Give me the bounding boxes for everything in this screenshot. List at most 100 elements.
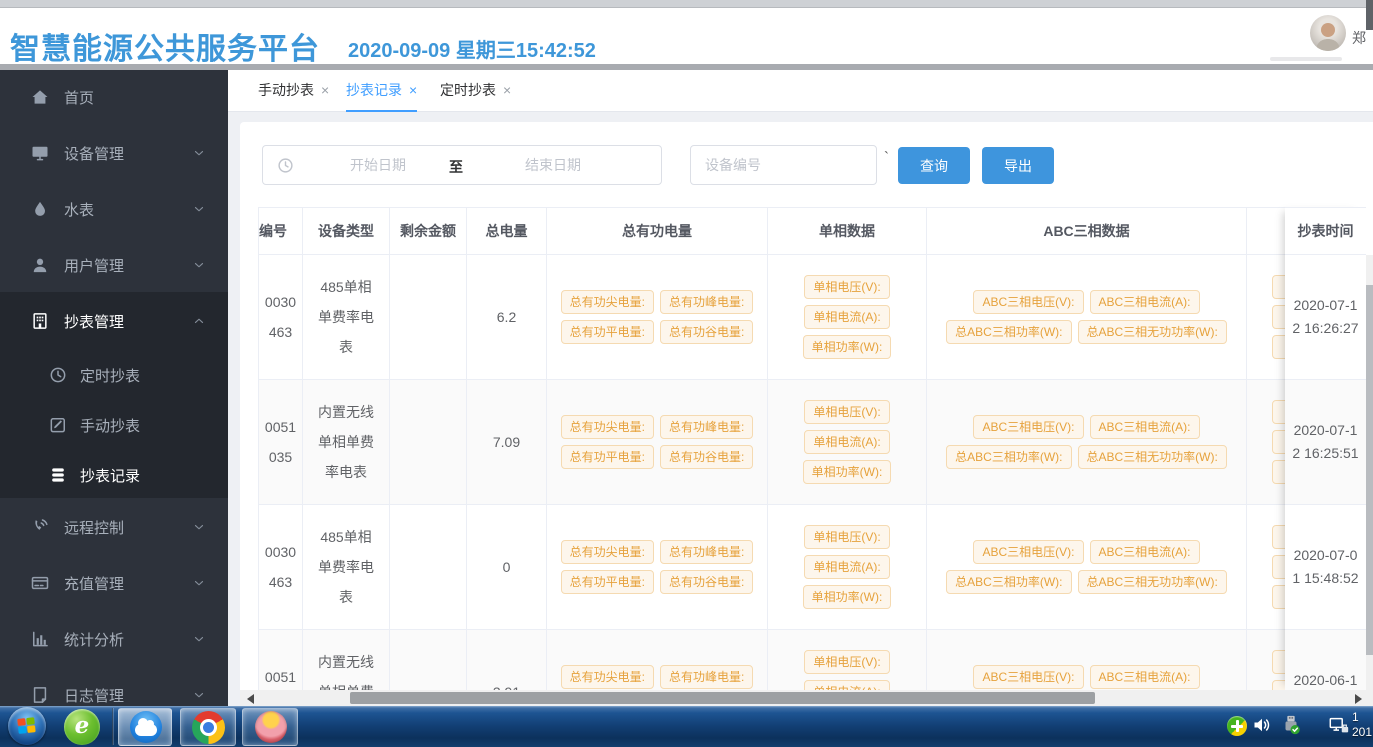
- windows-start-orb[interactable]: [8, 707, 46, 745]
- tag: ABC三相电流(A):: [1090, 415, 1200, 439]
- qq-browser-icon: [130, 711, 162, 743]
- photo-viewer-button[interactable]: [242, 708, 298, 746]
- cell-device-type: 485单相单费率电表: [315, 272, 377, 362]
- tag: 单相电压(V):: [804, 400, 889, 424]
- tag: 单相电流(A):: [804, 305, 889, 329]
- tag: 单相电流(A):: [804, 430, 889, 454]
- tag: ABC三相电流(A):: [1090, 540, 1200, 564]
- tag: 总ABC三相功率(W):: [946, 445, 1071, 469]
- clock-time: 1: [1352, 710, 1373, 725]
- tag: 单相电压(V):: [804, 275, 889, 299]
- tag: 总有功峰电量:: [660, 540, 753, 564]
- cell-device-type: 485单相单费率电表: [315, 522, 377, 612]
- column-header-active-energy: 总有功电量: [622, 221, 692, 241]
- chrome-button[interactable]: [180, 708, 236, 746]
- chevron-down-icon: [192, 688, 206, 702]
- cell-device-type: 内置无线单相单费率电表: [315, 647, 377, 690]
- column-header-device-type: 设备类型: [318, 221, 374, 241]
- tag: 总ABC三相无功功率(W):: [1078, 320, 1227, 344]
- cell-total-energy: 0: [472, 552, 542, 582]
- cell-total-energy: 7.09: [472, 427, 542, 457]
- network-icon[interactable]: [1327, 715, 1351, 742]
- cell-device-id: 0051035: [262, 412, 300, 472]
- energy-tags: 总有功尖电量: 总有功峰电量: 总有功平电量: 总有功谷电量:: [547, 287, 767, 347]
- tag: 单相电流(A):: [804, 680, 889, 690]
- single-phase-tags: 单相电压(V): 单相电流(A): 单相功率(W):: [768, 272, 926, 362]
- tag: 单相功率(W):: [803, 585, 892, 609]
- tag: 总ABC三相功率(W):: [946, 570, 1071, 594]
- cell-read-time: 2020-07-12 16:26:27: [1292, 294, 1360, 340]
- tag: ABC三相电流(A):: [1090, 665, 1200, 689]
- tag: 总有功平电量:: [561, 320, 654, 344]
- table-row: 0030463 485单相单费率电表 0 总有功尖电量: 总有功峰电量: 总有功…: [258, 505, 1295, 630]
- tag: ABC三相电流(A):: [1090, 290, 1200, 314]
- horizontal-scrollbar-thumb[interactable]: [350, 692, 1095, 704]
- chrome-icon: [192, 711, 225, 744]
- single-phase-tags: 单相电压(V): 单相电流(A): 单相功率(W):: [768, 647, 926, 690]
- table-region: 设备编号 设备类型 剩余金额 总电量 总有功电量 单相数据 ABC三相数据 00…: [0, 0, 1373, 690]
- tag: 总有功尖电量:: [561, 415, 654, 439]
- cell-read-time: 2020-07-01 15:48:52: [1292, 544, 1360, 590]
- cell-read-time: 2020-07-12 16:25:51: [1292, 419, 1360, 465]
- tag: 总有功平电量:: [561, 570, 654, 594]
- cell-device-id: 0030463: [262, 287, 300, 347]
- tag: 总有功峰电量:: [660, 415, 753, 439]
- tag: 总有功峰电量:: [660, 290, 753, 314]
- tag: ABC三相电压(V):: [973, 540, 1083, 564]
- table-row: 0051035 内置无线单相单费率电表 7.09 总有功尖电量: 总有功峰电量:…: [258, 380, 1295, 505]
- tag: 单相功率(W):: [803, 335, 892, 359]
- 360-safety-tray-icon[interactable]: [1227, 716, 1247, 736]
- cell-total-energy: 3.91: [472, 677, 542, 690]
- cell-total-energy: 6.2: [472, 302, 542, 332]
- scroll-left-arrow-icon[interactable]: [247, 694, 254, 704]
- clock-date: 201: [1352, 725, 1373, 740]
- table-row: 0051033 内置无线单相单费率电表 3.91 总有功尖电量: 总有功峰电量:…: [258, 630, 1295, 690]
- tag: 总有功谷电量:: [660, 320, 753, 344]
- tag: 单相电压(V):: [804, 525, 889, 549]
- fixed-time-column: 抄表时间 2020-07-12 16:26:27 2020-07-12 16:2…: [1285, 207, 1366, 690]
- column-header-abc-phase: ABC三相数据: [1043, 221, 1129, 241]
- windows-flag-icon: [17, 717, 37, 735]
- usb-device-icon[interactable]: [1280, 714, 1302, 741]
- tag: 总有功谷电量:: [660, 570, 753, 594]
- taskbar-clock[interactable]: 1 201: [1352, 710, 1373, 740]
- tag: 单相电压(V):: [804, 650, 889, 674]
- single-phase-tags: 单相电压(V): 单相电流(A): 单相功率(W):: [768, 522, 926, 612]
- tag: 总有功尖电量:: [561, 290, 654, 314]
- tag: 总ABC三相无功功率(W):: [1078, 570, 1227, 594]
- 360-browser-icon[interactable]: e: [64, 709, 100, 745]
- tag: 总有功谷电量:: [660, 445, 753, 469]
- tag: 总有功平电量:: [561, 445, 654, 469]
- cell-device-id: 0030463: [262, 537, 300, 597]
- qq-browser-button[interactable]: [118, 708, 172, 746]
- tag: 总ABC三相功率(W):: [946, 320, 1071, 344]
- photo-viewer-icon: [255, 711, 287, 743]
- taskbar-separator: [112, 708, 114, 745]
- tag: 总有功峰电量:: [660, 665, 753, 689]
- tag: 总有功尖电量:: [561, 665, 654, 689]
- energy-tags: 总有功尖电量: 总有功峰电量: 总有功平电量: 总有功谷电量:: [547, 662, 767, 690]
- tag: 总有功尖电量:: [561, 540, 654, 564]
- screen: 智慧能源公共服务平台 2020-09-09 星期三15:42:52 郑 首页 设…: [0, 0, 1373, 747]
- single-phase-tags: 单相电压(V): 单相电流(A): 单相功率(W):: [768, 397, 926, 487]
- column-header-single-phase: 单相数据: [819, 221, 875, 241]
- cell-read-time: 2020-06-11 17:10:: [1292, 669, 1360, 690]
- tag: 单相电流(A):: [804, 555, 889, 579]
- table-header-row: 设备编号 设备类型 剩余金额 总电量 总有功电量 单相数据 ABC三相数据: [258, 207, 1295, 255]
- cell-device-id: 0051033: [262, 662, 300, 690]
- table-row: 0030463 485单相单费率电表 6.2 总有功尖电量: 总有功峰电量: 总…: [258, 255, 1295, 380]
- scroll-right-arrow-icon[interactable]: [1355, 694, 1362, 704]
- volume-icon[interactable]: [1252, 715, 1272, 740]
- cell-device-type: 内置无线单相单费率电表: [315, 397, 377, 487]
- vertical-scrollbar-thumb[interactable]: [1366, 285, 1373, 655]
- energy-tags: 总有功尖电量: 总有功峰电量: 总有功平电量: 总有功谷电量:: [547, 537, 767, 597]
- tag: 总ABC三相无功功率(W):: [1078, 445, 1227, 469]
- column-header-read-time: 抄表时间: [1298, 221, 1354, 241]
- column-header-device-id: 设备编号: [259, 221, 302, 241]
- tag: ABC三相电压(V):: [973, 415, 1083, 439]
- abc-phase-tags: ABC三相电压(V): ABC三相电流(A): 总ABC三相功率(W): 总AB…: [927, 537, 1246, 597]
- abc-phase-tags: ABC三相电压(V): ABC三相电流(A): 总ABC三相功率(W): 总AB…: [927, 412, 1246, 472]
- abc-phase-tags: ABC三相电压(V): ABC三相电流(A): 总ABC三相功率(W): 总AB…: [927, 662, 1246, 690]
- energy-tags: 总有功尖电量: 总有功峰电量: 总有功平电量: 总有功谷电量:: [547, 412, 767, 472]
- tag: ABC三相电压(V):: [973, 665, 1083, 689]
